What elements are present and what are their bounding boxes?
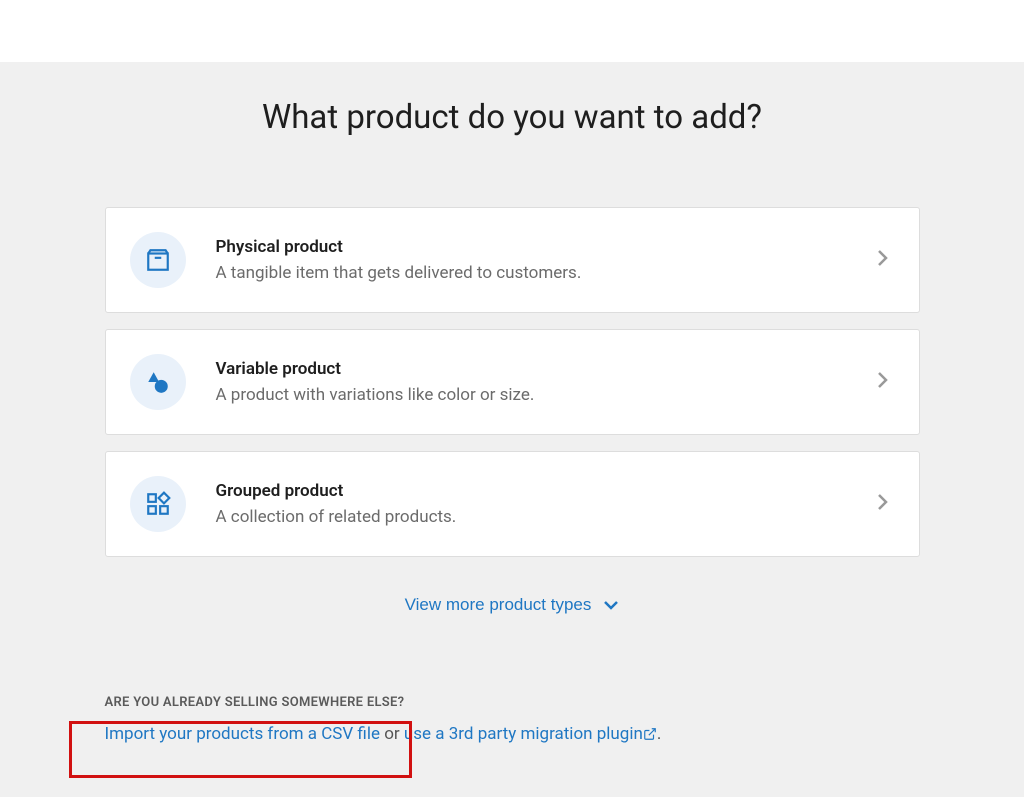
external-link-icon <box>643 726 657 746</box>
chevron-right-icon <box>877 248 889 272</box>
option-grouped-product[interactable]: Grouped product A collection of related … <box>105 451 920 557</box>
option-text: Physical product A tangible item that ge… <box>216 237 877 283</box>
grid-icon <box>130 476 186 532</box>
option-title: Physical product <box>216 237 877 257</box>
option-desc: A collection of related products. <box>216 507 877 527</box>
option-title: Variable product <box>216 359 877 379</box>
option-physical-product[interactable]: Physical product A tangible item that ge… <box>105 207 920 313</box>
footer-line: Import your products from a CSV file or … <box>105 724 920 746</box>
option-text: Variable product A product with variatio… <box>216 359 877 405</box>
shapes-icon <box>130 354 186 410</box>
page-title: What product do you want to add? <box>105 98 920 137</box>
footer-tail: . <box>657 724 661 744</box>
chevron-right-icon <box>877 370 889 394</box>
chevron-down-icon <box>603 595 619 615</box>
view-more-button[interactable]: View more product types <box>405 595 620 615</box>
import-csv-link[interactable]: Import your products from a CSV file <box>105 724 381 744</box>
footer-mid: or <box>380 724 404 744</box>
footer-label: ARE YOU ALREADY SELLING SOMEWHERE ELSE? <box>105 695 920 710</box>
chevron-right-icon <box>877 492 889 516</box>
option-desc: A product with variations like color or … <box>216 385 877 405</box>
option-title: Grouped product <box>216 481 877 501</box>
migration-plugin-link[interactable]: use a 3rd party migration plugin <box>404 724 657 744</box>
view-more-label: View more product types <box>405 595 592 615</box>
option-text: Grouped product A collection of related … <box>216 481 877 527</box>
option-variable-product[interactable]: Variable product A product with variatio… <box>105 329 920 435</box>
box-icon <box>130 232 186 288</box>
footer-section: ARE YOU ALREADY SELLING SOMEWHERE ELSE? … <box>105 695 920 746</box>
option-desc: A tangible item that gets delivered to c… <box>216 263 877 283</box>
